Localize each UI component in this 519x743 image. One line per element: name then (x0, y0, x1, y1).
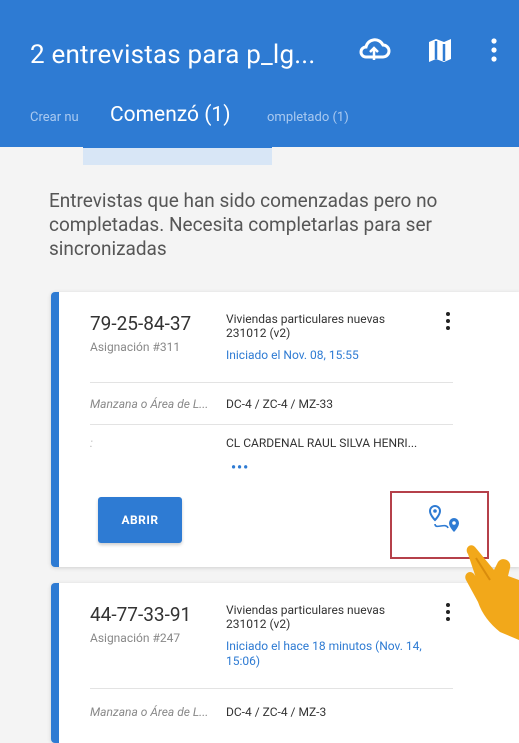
card-menu-icon[interactable] (444, 603, 452, 625)
field-label: : (90, 436, 93, 450)
tab-started[interactable]: Comenzó (1) (110, 103, 231, 127)
open-button[interactable]: ABRIR (98, 497, 182, 543)
tab-bar: Crear nu Comenzó (1) ompletado (1) (0, 98, 519, 138)
app-bar: 2 entrevistas para p_lg... Crear nu Come… (0, 0, 519, 147)
map-icon[interactable] (420, 30, 460, 70)
questionnaire-name: Viviendas particulares nuevas 231012 (v2… (226, 603, 386, 631)
divider (90, 382, 453, 383)
field-value: CL CARDENAL RAUL SILVA HENRI... (226, 436, 418, 450)
interview-card[interactable]: 44-77-33-91 Asignación #247 Viviendas pa… (51, 583, 519, 743)
questionnaire-name: Viviendas particulares nuevas 231012 (v2… (226, 312, 386, 340)
tab-created[interactable]: Crear nu (30, 110, 79, 125)
route-icon[interactable] (426, 502, 464, 540)
overflow-menu-icon[interactable] (474, 30, 514, 70)
section-description: Entrevistas que han sido comenzadas pero… (49, 189, 438, 260)
field-label: Manzana o Área de L... (90, 397, 209, 411)
assignment-label: Asignación #247 (90, 631, 181, 645)
interview-key: 44-77-33-91 (90, 603, 192, 626)
field-value: DC-4 / ZC-4 / MZ-3 (226, 705, 327, 719)
pointing-hand-icon (460, 540, 519, 650)
interview-status: Iniciado el hace 18 minutos (Nov. 14, 15… (226, 639, 422, 668)
assignment-label: Asignación #311 (90, 340, 181, 354)
page-title: 2 entrevistas para p_lg... (30, 40, 316, 70)
show-more-icon[interactable]: ••• (231, 460, 249, 476)
interview-status: Iniciado el Nov. 08, 15:55 (226, 348, 359, 362)
tab-indicator (83, 145, 272, 165)
card-menu-icon[interactable] (444, 312, 452, 334)
divider (90, 688, 453, 689)
field-label: Manzana o Área de L... (90, 705, 209, 719)
divider (90, 424, 453, 425)
interview-key: 79-25-84-37 (90, 312, 192, 335)
cloud-sync-icon[interactable] (354, 30, 394, 70)
field-value: DC-4 / ZC-4 / MZ-33 (226, 397, 333, 411)
tab-completed[interactable]: ompletado (1) (267, 110, 349, 125)
